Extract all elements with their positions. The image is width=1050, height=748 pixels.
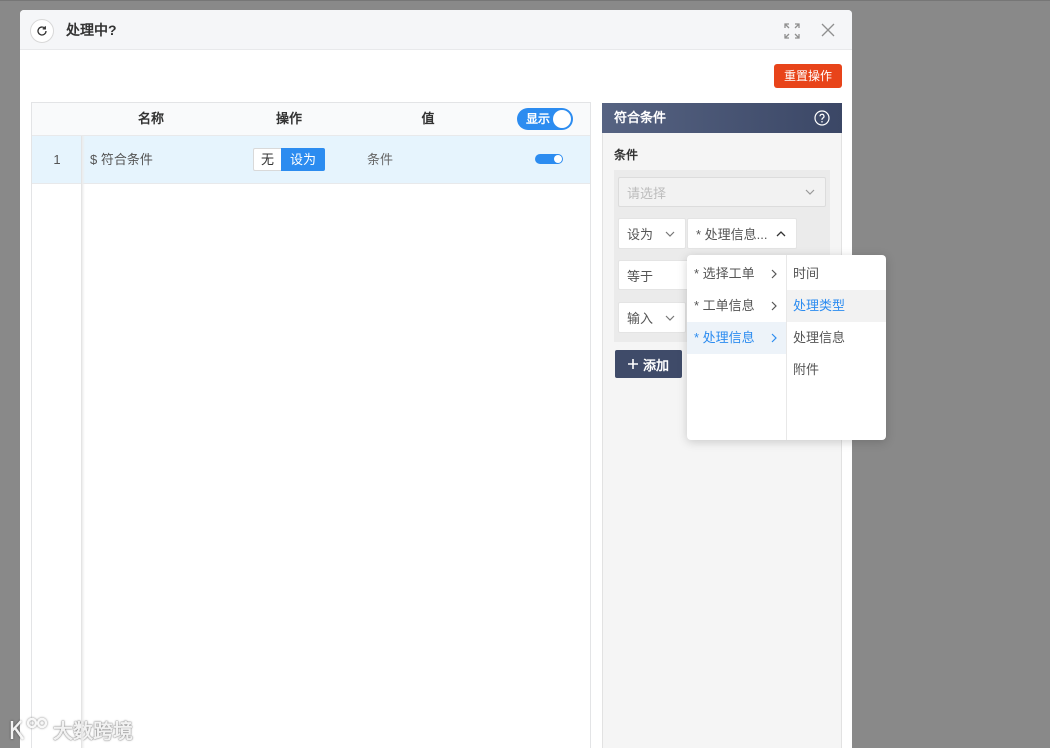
condition-label: 条件 — [614, 148, 639, 162]
value-mode-select[interactable]: 输入 — [618, 302, 686, 333]
index-column-divider — [81, 136, 85, 748]
close-icon — [821, 23, 835, 37]
cascader-option-process-type[interactable]: 处理类型 — [787, 290, 886, 322]
table-row[interactable]: 1 $ 符合条件 无 设为 条件 — [32, 136, 590, 184]
row-toggle-cell — [498, 136, 590, 183]
header-value: 值 — [421, 111, 435, 126]
cascader-option-label: 时间 — [793, 266, 820, 281]
operation-button-group: 无 设为 — [253, 148, 325, 171]
cascader-option-attachment[interactable]: 附件 — [787, 354, 886, 386]
display-toggle[interactable]: 显示 — [517, 108, 573, 130]
cascader-option-label: 处理类型 — [793, 298, 846, 313]
display-toggle-knob — [553, 110, 571, 128]
chevron-right-icon — [771, 301, 777, 311]
cascader-option-process-info[interactable]: 处理信息 — [787, 322, 886, 354]
source-select[interactable]: 请选择 — [618, 177, 826, 207]
watermark-logo — [10, 717, 48, 740]
data-table: 名称 操作 值 显示 1 $ 符合条件 无 设为 条件 — [31, 102, 591, 748]
cascader-option-label: * 处理信息 — [694, 330, 755, 345]
fullscreen-button[interactable] — [782, 21, 802, 41]
row-name: $ 符合条件 — [90, 152, 153, 167]
help-button[interactable] — [814, 110, 830, 126]
cascader-option-process-info[interactable]: * 处理信息 — [687, 322, 786, 354]
cascader-level1: * 选择工单 * 工单信息 * 处理信息 — [687, 255, 786, 440]
operation-option-set[interactable]: 设为 — [281, 148, 325, 171]
chevron-right-icon — [771, 333, 777, 343]
header-toggle-cell: 显示 — [498, 103, 590, 135]
dialog-header: 处理中? — [20, 10, 852, 50]
cascader-option-label: * 选择工单 — [694, 266, 755, 281]
row-index: 1 — [53, 152, 61, 167]
header-operation: 操作 — [275, 111, 302, 126]
close-button[interactable] — [818, 20, 838, 40]
row-enabled-toggle[interactable] — [535, 154, 563, 164]
question-circle-icon — [814, 110, 830, 126]
field-select-value: * 处理信息... — [696, 227, 768, 242]
dialog-title: 处理中? — [66, 22, 117, 38]
refresh-button[interactable] — [30, 19, 54, 43]
chevron-down-icon — [665, 315, 675, 321]
row-operation-cell: 无 设为 — [220, 136, 358, 183]
value-mode-select-value: 输入 — [627, 311, 654, 326]
action-select-value: 设为 — [627, 227, 654, 242]
chevron-up-icon — [776, 230, 786, 236]
field-select[interactable]: * 处理信息... — [687, 218, 797, 249]
row-value: 条件 — [367, 152, 394, 167]
screen-top-edge — [0, 0, 1050, 1]
chevron-down-icon — [665, 231, 675, 237]
cascader-option-label: 附件 — [793, 362, 820, 377]
cascader-option-order-info[interactable]: * 工单信息 — [687, 290, 786, 322]
header-name: 名称 — [137, 111, 164, 126]
cascader-option-time[interactable]: 时间 — [787, 258, 886, 290]
watermark: 大数跨境 — [8, 713, 133, 745]
chevron-right-icon — [771, 269, 777, 279]
action-select[interactable]: 设为 — [618, 218, 686, 249]
header-index-cell — [32, 103, 82, 135]
refresh-icon — [37, 26, 47, 36]
cascader-level2: 时间 处理类型 处理信息 附件 — [787, 255, 886, 440]
cascader-option-label: * 工单信息 — [694, 298, 755, 313]
cascader-option-select-order[interactable]: * 选择工单 — [687, 258, 786, 290]
display-toggle-label: 显示 — [526, 112, 551, 126]
expand-icon — [784, 23, 800, 39]
watermark-text: 大数跨境 — [53, 720, 133, 743]
chevron-down-icon — [805, 189, 815, 195]
panel-body: 条件 请选择 设为 * 处理信息... 等于 输入 添加 — [602, 133, 842, 748]
panel-header: 符合条件 — [602, 103, 842, 133]
cascader-dropdown: * 选择工单 * 工单信息 * 处理信息 时间 处理类型 处理信息 附件 — [687, 255, 886, 440]
reset-operation-button[interactable]: 重置操作 — [774, 64, 842, 88]
row-enabled-toggle-knob — [554, 155, 562, 163]
plus-icon — [627, 359, 638, 369]
cascader-option-label: 处理信息 — [793, 330, 846, 345]
add-condition-button[interactable]: 添加 — [615, 350, 682, 378]
add-button-label: 添加 — [642, 357, 669, 373]
table-header-row: 名称 操作 值 显示 — [32, 103, 590, 136]
panel-title: 符合条件 — [614, 110, 667, 125]
operation-option-none[interactable]: 无 — [253, 148, 281, 171]
source-select-placeholder: 请选择 — [627, 185, 667, 201]
